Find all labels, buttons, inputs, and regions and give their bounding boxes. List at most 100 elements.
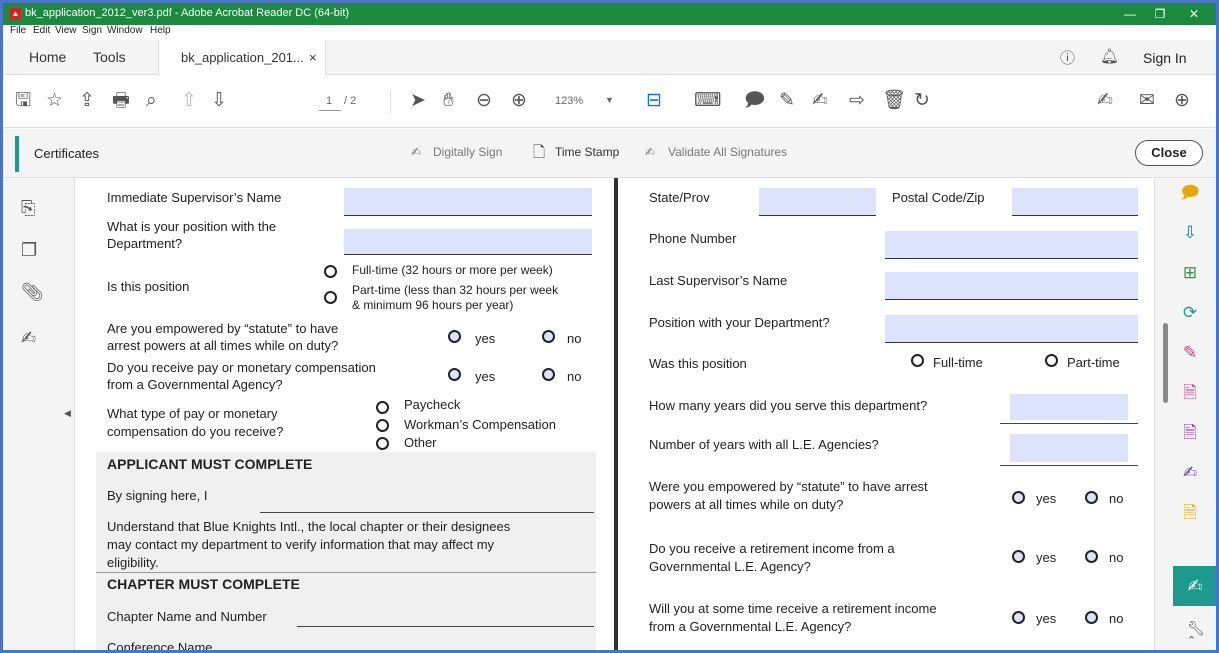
bookmark-star-icon[interactable]: ☆ <box>46 89 63 113</box>
will-retire-yes-label: yes <box>1036 611 1057 626</box>
tab-tools[interactable]: Tools <box>93 49 126 65</box>
menu-file[interactable]: File <box>10 25 26 36</box>
restore-button[interactable]: ❐ <box>1145 5 1175 23</box>
print-icon[interactable]: 🖶︎ <box>112 89 130 113</box>
comment-icon[interactable]: 🗩︎ <box>744 89 765 113</box>
years-all-field[interactable] <box>1010 434 1128 462</box>
signing-name-line[interactable] <box>260 512 594 513</box>
email-icon[interactable]: ✉︎ <box>1139 89 1155 113</box>
tab-document[interactable]: bk_application_201... × <box>158 40 326 75</box>
rotate-icon[interactable]: ↻ <box>914 89 930 113</box>
zoom-in-icon[interactable]: ⊕ <box>511 89 527 113</box>
certificates-tool-icon[interactable]: ✍︎ <box>1173 566 1216 606</box>
last-supervisor-field[interactable] <box>885 272 1138 300</box>
last-supervisor-label: Last Supervisor’s Name <box>649 273 788 288</box>
time-stamp-button[interactable]: Time Stamp <box>555 145 619 159</box>
tab-home[interactable]: Home <box>29 49 66 65</box>
pay-yes-radio[interactable] <box>448 368 461 381</box>
paycheck-radio[interactable] <box>376 401 389 414</box>
comment-tool-icon[interactable]: 🗩︎ <box>1179 182 1201 204</box>
fill-sign-tool-icon[interactable]: ✎ <box>1179 342 1201 364</box>
position-dept-field[interactable] <box>885 315 1138 343</box>
retire-line1: Do you receive a retirement income from … <box>649 541 895 556</box>
paytype-question-line1: What type of pay or monetary <box>107 406 278 421</box>
was-fulltime-radio[interactable] <box>911 354 924 367</box>
create-pdf-icon[interactable]: 🗎︎ <box>1179 382 1201 404</box>
validate-all-signatures-button[interactable]: Validate All Signatures <box>668 145 787 159</box>
highlight-pen-icon[interactable]: ✎ <box>779 89 795 113</box>
zoom-out-icon[interactable]: ⊖ <box>476 89 492 113</box>
help-icon[interactable]: ⓘ <box>1060 47 1075 68</box>
zoom-dropdown-icon[interactable]: ▼ <box>605 95 614 105</box>
collapse-pane-icon[interactable]: ◀ <box>64 408 71 419</box>
fill-sign-icon[interactable]: ✍︎ <box>812 89 828 113</box>
empowered-yes-radio[interactable] <box>448 330 461 343</box>
position-field[interactable] <box>344 229 592 255</box>
empowered-line2: powers at all times while on duty? <box>649 497 844 512</box>
send-for-signature-tool-icon[interactable]: ✍︎ <box>1179 462 1201 484</box>
hand-tool-icon[interactable]: ✋︎ <box>443 89 454 113</box>
previous-page-icon[interactable]: ⇧ <box>181 89 197 113</box>
will-retire-no-radio[interactable] <box>1085 611 1098 624</box>
next-page-icon[interactable]: ⇩ <box>211 89 227 113</box>
position-question-line2: Department? <box>107 236 183 251</box>
organize-pages-icon[interactable]: ⊞ <box>1179 262 1201 284</box>
postal-field[interactable] <box>1012 188 1138 216</box>
close-window-button[interactable]: ✕ <box>1179 5 1209 23</box>
keyboard-tool-icon[interactable]: ⌨︎ <box>694 89 721 113</box>
add-user-icon[interactable]: ⊕ <box>1174 89 1190 113</box>
pdf-page-1: Immediate Supervisor’s Name What is your… <box>76 178 614 650</box>
upload-cloud-icon[interactable]: ⇪ <box>79 89 95 113</box>
fulltime-radio[interactable] <box>324 265 337 278</box>
signatures-icon[interactable]: ✍︎ <box>21 328 36 349</box>
zoom-search-icon[interactable]: ⌕ <box>146 89 157 113</box>
years-dept-line <box>1000 423 1138 424</box>
minimize-button[interactable]: — <box>1115 5 1145 23</box>
supervisor-name-field[interactable] <box>344 188 592 216</box>
empowered-no-radio[interactable] <box>542 330 555 343</box>
share-icon[interactable]: ⇨ <box>849 89 865 113</box>
export-pdf-icon[interactable]: ⇩ <box>1179 222 1201 244</box>
p2-empowered-yes-radio[interactable] <box>1012 491 1025 504</box>
state-field[interactable] <box>759 188 876 216</box>
compare-icon[interactable]: ⟳ <box>1179 302 1201 324</box>
send-for-comments-icon[interactable]: 🗎︎ <box>1179 502 1201 524</box>
workmans-comp-radio[interactable] <box>376 419 389 432</box>
menu-view[interactable]: View <box>55 25 77 36</box>
menu-sign[interactable]: Sign <box>82 25 102 36</box>
scroll-up-icon[interactable]: ⌃ <box>1187 634 1196 647</box>
document-tab-close-button[interactable]: × <box>309 50 317 65</box>
menu-edit[interactable]: Edit <box>33 25 50 36</box>
p2-empowered-no-radio[interactable] <box>1085 491 1098 504</box>
page-thumbnails-icon[interactable]: ❐ <box>21 240 37 261</box>
prepare-form-icon[interactable]: 🗎︎ <box>1179 422 1201 444</box>
page-total: / 2 <box>344 95 357 107</box>
understand-text-line1: Understand that Blue Knights Intl., the … <box>107 519 511 534</box>
select-cursor-icon[interactable]: ➤ <box>410 89 426 113</box>
was-parttime-radio[interactable] <box>1045 354 1058 367</box>
other-radio[interactable] <box>376 437 389 450</box>
close-certificates-button[interactable]: Close <box>1135 140 1203 166</box>
certificate-panel-icon[interactable]: ⎘ <box>21 198 35 219</box>
page-display-icon[interactable]: ⊟ <box>646 89 662 113</box>
pay-no-radio[interactable] <box>542 368 555 381</box>
menu-window[interactable]: Window <box>107 25 143 36</box>
delete-icon[interactable]: 🗑︎ <box>882 89 906 113</box>
years-dept-field[interactable] <box>1010 394 1128 420</box>
phone-field[interactable] <box>885 231 1138 259</box>
attachments-paperclip-icon[interactable]: 📎︎ <box>21 282 44 303</box>
parttime-radio[interactable] <box>324 291 337 304</box>
zoom-level[interactable]: 123% <box>555 95 583 107</box>
chapter-name-line[interactable] <box>297 626 594 627</box>
retire-no-radio[interactable] <box>1085 550 1098 563</box>
notification-bell-icon[interactable]: 🔔︎ <box>1100 47 1119 65</box>
send-for-signature-icon[interactable]: ✍︎ <box>1097 89 1113 113</box>
digitally-sign-button[interactable]: Digitally Sign <box>433 145 502 159</box>
vertical-scrollbar[interactable] <box>1163 323 1168 403</box>
save-icon[interactable]: 🖫︎ <box>15 89 31 113</box>
sign-in-link[interactable]: Sign In <box>1143 50 1187 66</box>
retire-yes-radio[interactable] <box>1012 550 1025 563</box>
title-bar: ▲ bk_application_2012_ver3.pdf - Adobe A… <box>3 3 1216 25</box>
will-retire-yes-radio[interactable] <box>1012 611 1025 624</box>
menu-help[interactable]: Help <box>150 25 171 36</box>
